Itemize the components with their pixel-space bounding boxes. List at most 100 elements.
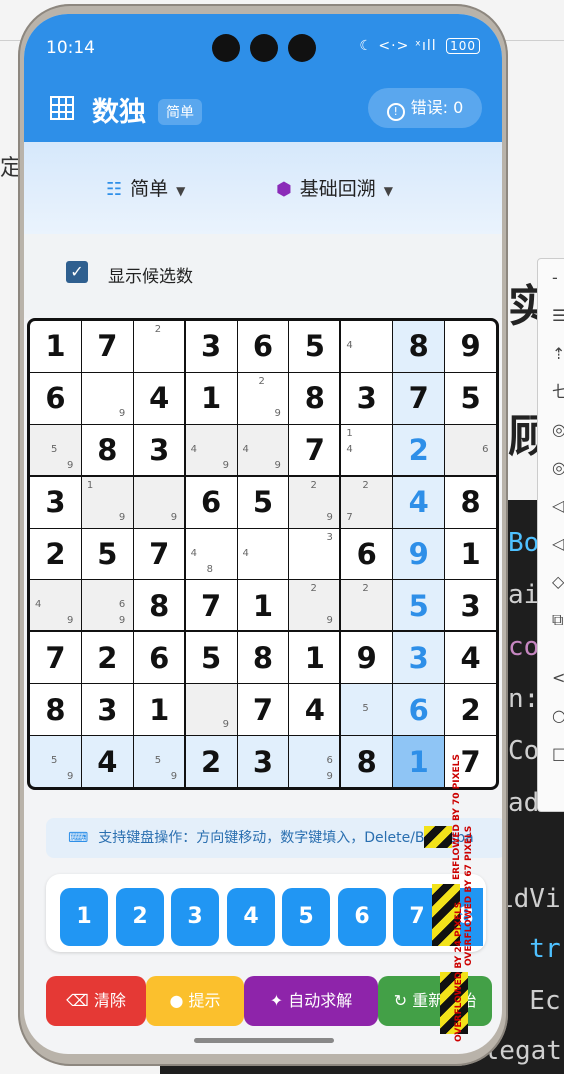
sudoku-cell[interactable]: 8 <box>81 424 133 476</box>
menu-item[interactable]: ⧉ <box>538 601 564 639</box>
sudoku-cell[interactable]: 2 <box>185 736 237 787</box>
sudoku-cell[interactable]: 1 <box>393 736 445 787</box>
menu-item[interactable]: ◎ <box>538 449 564 487</box>
sudoku-cell[interactable]: 7 <box>185 580 237 632</box>
sudoku-cell[interactable]: 1 <box>30 321 81 372</box>
sudoku-cell[interactable]: 9 <box>81 372 133 424</box>
menu-item[interactable]: ◎ <box>538 411 564 449</box>
clear-button[interactable]: ⌫ 清除 <box>46 976 146 1026</box>
auto-solve-button[interactable]: ✦ 自动求解 <box>244 976 378 1026</box>
sudoku-cell[interactable]: 3 <box>341 372 393 424</box>
sudoku-cell[interactable]: 3 <box>185 321 237 372</box>
sudoku-cell[interactable]: 69 <box>81 580 133 632</box>
sudoku-cell[interactable]: 3 <box>30 476 81 528</box>
menu-item[interactable]: - <box>538 259 564 297</box>
menu-item[interactable]: 七 <box>538 373 564 411</box>
sudoku-cell[interactable]: 8 <box>289 372 341 424</box>
sudoku-cell[interactable]: 1 <box>185 372 237 424</box>
number-button-6[interactable]: 6 <box>338 888 386 946</box>
sudoku-cell[interactable]: 8 <box>237 632 289 684</box>
menu-item[interactable]: ◇ <box>538 563 564 601</box>
sudoku-cell[interactable]: 1 <box>237 580 289 632</box>
algorithm-dropdown[interactable]: ⬢ 基础回溯 ▼ <box>276 174 393 201</box>
sudoku-cell[interactable]: 1 <box>133 684 185 736</box>
menu-item[interactable]: < <box>538 659 564 697</box>
sudoku-cell[interactable]: 2 <box>393 424 445 476</box>
sudoku-cell[interactable]: 4 <box>289 684 341 736</box>
sudoku-cell[interactable]: 14 <box>341 424 393 476</box>
number-button-3[interactable]: 3 <box>171 888 219 946</box>
sudoku-cell[interactable]: 4 <box>81 736 133 787</box>
sudoku-cell[interactable]: 6 <box>445 424 496 476</box>
menu-item[interactable]: ◁ <box>538 487 564 525</box>
sudoku-cell[interactable]: 6 <box>133 632 185 684</box>
sudoku-cell[interactable]: 6 <box>237 321 289 372</box>
sudoku-cell[interactable]: 7 <box>289 424 341 476</box>
sudoku-cell[interactable]: 1 <box>289 632 341 684</box>
sudoku-cell[interactable]: 7 <box>133 528 185 580</box>
sudoku-cell[interactable]: 5 <box>237 476 289 528</box>
sudoku-cell[interactable]: 5 <box>341 684 393 736</box>
sudoku-cell[interactable]: 49 <box>237 424 289 476</box>
sudoku-cell[interactable]: 1 <box>445 528 496 580</box>
number-button-4[interactable]: 4 <box>227 888 275 946</box>
difficulty-dropdown[interactable]: ☷ 简单 ▼ <box>106 174 185 201</box>
sudoku-cell[interactable]: 3 <box>445 580 496 632</box>
sudoku-cell[interactable]: 29 <box>289 580 341 632</box>
sudoku-cell[interactable]: 5 <box>185 632 237 684</box>
sudoku-cell[interactable]: 8 <box>133 580 185 632</box>
sudoku-cell[interactable]: 4 <box>237 528 289 580</box>
sudoku-cell[interactable]: 59 <box>133 736 185 787</box>
sudoku-cell[interactable]: 9 <box>341 632 393 684</box>
sudoku-cell[interactable]: 9 <box>445 321 496 372</box>
sudoku-cell[interactable]: 4 <box>393 476 445 528</box>
sudoku-cell[interactable]: 3 <box>81 684 133 736</box>
sudoku-cell[interactable]: 7 <box>237 684 289 736</box>
sudoku-cell[interactable]: 8 <box>30 684 81 736</box>
sudoku-cell[interactable]: 2 <box>341 580 393 632</box>
sudoku-cell[interactable]: 3 <box>237 736 289 787</box>
sudoku-cell[interactable]: 5 <box>81 528 133 580</box>
sudoku-cell[interactable]: 69 <box>289 736 341 787</box>
sudoku-cell[interactable]: 48 <box>185 528 237 580</box>
number-button-1[interactable]: 1 <box>60 888 108 946</box>
sudoku-cell[interactable]: 59 <box>30 424 81 476</box>
sudoku-cell[interactable]: 2 <box>30 528 81 580</box>
sudoku-cell[interactable]: 3 <box>393 632 445 684</box>
sudoku-cell[interactable]: 19 <box>81 476 133 528</box>
sudoku-cell[interactable]: 4 <box>341 321 393 372</box>
sudoku-cell[interactable]: 59 <box>30 736 81 787</box>
hint-button[interactable]: ● 提示 <box>146 976 244 1026</box>
sudoku-cell[interactable]: 9 <box>393 528 445 580</box>
sudoku-cell[interactable]: 8 <box>445 476 496 528</box>
sudoku-cell[interactable]: 2 <box>133 321 185 372</box>
show-candidates-checkbox[interactable]: ✓ <box>66 261 88 283</box>
sudoku-cell[interactable]: 2 <box>81 632 133 684</box>
sudoku-cell[interactable]: 29 <box>237 372 289 424</box>
sudoku-cell[interactable]: 5 <box>393 580 445 632</box>
sudoku-cell[interactable]: 7 <box>393 372 445 424</box>
menu-item[interactable]: ○ <box>538 697 564 735</box>
sudoku-cell[interactable]: 49 <box>185 424 237 476</box>
sudoku-cell[interactable]: 27 <box>341 476 393 528</box>
sudoku-cell[interactable]: 7 <box>30 632 81 684</box>
menu-item[interactable]: ◁ <box>538 525 564 563</box>
sudoku-cell[interactable]: 7 <box>81 321 133 372</box>
sudoku-cell[interactable]: 6 <box>393 684 445 736</box>
sudoku-cell[interactable]: 29 <box>289 476 341 528</box>
sudoku-cell[interactable]: 49 <box>30 580 81 632</box>
sudoku-cell[interactable]: 3 <box>133 424 185 476</box>
sudoku-cell[interactable]: 4 <box>445 632 496 684</box>
number-button-2[interactable]: 2 <box>116 888 164 946</box>
sudoku-cell[interactable]: 2 <box>445 684 496 736</box>
sudoku-cell[interactable]: 6 <box>185 476 237 528</box>
sudoku-cell[interactable]: 3 <box>289 528 341 580</box>
sudoku-cell[interactable]: 5 <box>445 372 496 424</box>
menu-item[interactable]: ☰ <box>538 297 564 335</box>
menu-item[interactable]: □ <box>538 735 564 773</box>
sudoku-cell[interactable]: 4 <box>133 372 185 424</box>
sudoku-cell[interactable]: 9 <box>185 684 237 736</box>
home-indicator[interactable] <box>194 1038 334 1043</box>
sudoku-cell[interactable]: 6 <box>341 528 393 580</box>
sudoku-cell[interactable]: 8 <box>393 321 445 372</box>
